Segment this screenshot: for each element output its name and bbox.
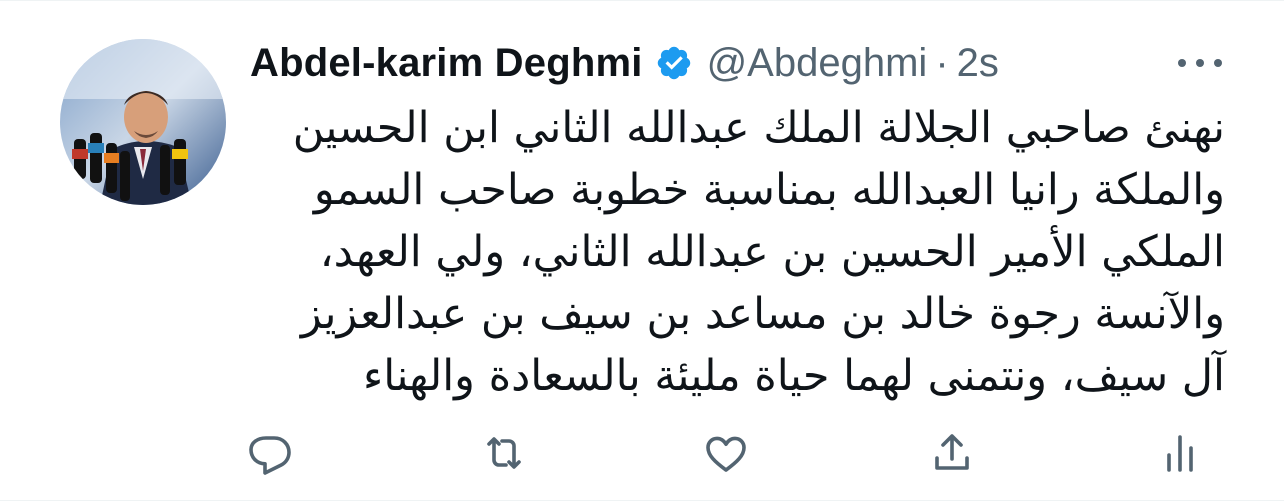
display-name[interactable]: Abdel-karim Deghmi — [250, 41, 643, 86]
reply-button[interactable] — [246, 429, 294, 477]
tweet-card[interactable]: Abdel-karim Deghmi @Abdeghmi · 2s نهنئ ص… — [0, 0, 1284, 501]
like-button[interactable] — [702, 429, 750, 477]
retweet-button[interactable] — [480, 429, 528, 477]
analytics-button[interactable] — [1156, 429, 1204, 477]
share-icon — [935, 434, 969, 470]
tweet-header: Abdel-karim Deghmi @Abdeghmi · 2s — [250, 35, 1230, 91]
tweet-text-line: والملكة رانيا العبدالله بمناسبة خطوبة صا… — [313, 165, 1225, 215]
reply-icon — [249, 436, 291, 475]
tweet-text-line: والآنسة رجوة خالد بن مساعد بن سيف بن عبد… — [300, 289, 1225, 339]
tweet-text: نهنئ صاحبي الجلالة الملك عبدالله الثاني … — [250, 97, 1225, 407]
user-handle[interactable]: @Abdeghmi — [707, 41, 928, 86]
tweet-text-line: نهنئ صاحبي الجلالة الملك عبدالله الثاني … — [292, 103, 1225, 153]
avatar-image — [60, 39, 226, 205]
tweet-text-line: الملكي الأمير الحسين بن عبدالله الثاني، … — [319, 227, 1225, 277]
like-icon — [706, 436, 746, 472]
retweet-icon — [487, 437, 521, 469]
more-options-button[interactable] — [1170, 53, 1230, 73]
share-button[interactable] — [928, 429, 976, 477]
separator-dot: · — [935, 40, 949, 85]
analytics-icon — [1167, 435, 1193, 472]
verified-badge-icon — [657, 46, 690, 80]
more-dots-icon — [1178, 59, 1222, 67]
avatar[interactable] — [60, 39, 226, 205]
tweet-text-line: آل سيف، ونتمنى لهما حياة مليئة بالسعادة … — [363, 351, 1225, 401]
timestamp[interactable]: 2s — [957, 41, 999, 86]
